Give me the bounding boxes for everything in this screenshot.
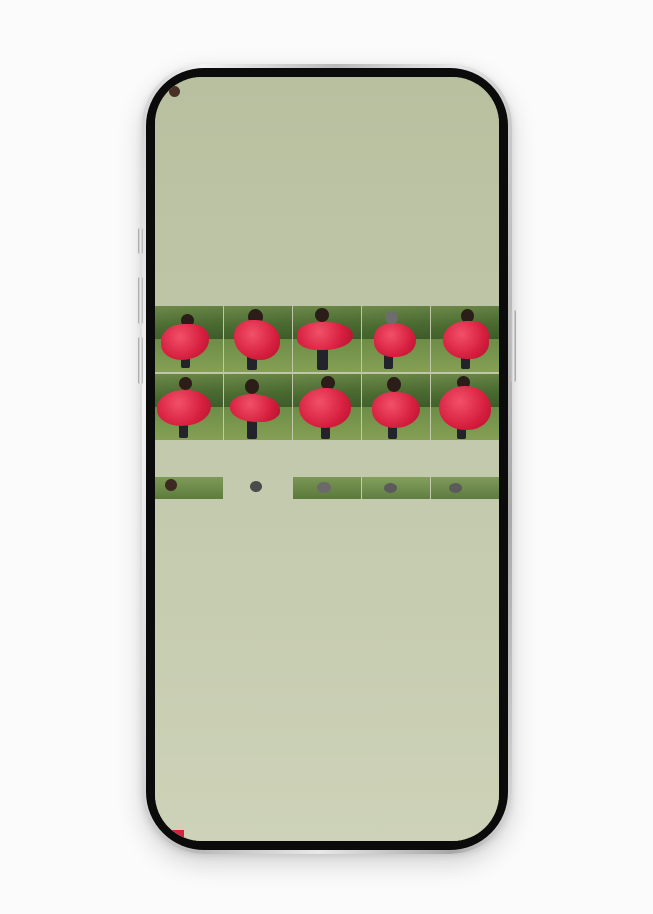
photo-thumbnail[interactable] <box>293 373 361 440</box>
photo-thumbnail[interactable] <box>155 476 223 499</box>
volume-up-button[interactable] <box>138 277 143 324</box>
photo-thumbnail[interactable] <box>224 373 292 440</box>
results-photo-strip <box>155 476 499 499</box>
photo-thumbnail[interactable] <box>431 306 499 372</box>
photo-thumbnail[interactable] <box>293 476 361 499</box>
photo-thumbnail[interactable] <box>431 373 499 440</box>
photo-thumbnail[interactable] <box>362 476 430 499</box>
photo-thumbnail[interactable] <box>224 477 292 499</box>
photo-thumbnail[interactable] <box>362 306 430 372</box>
photo-thumbnail[interactable] <box>155 306 223 372</box>
photo-thumbnail[interactable] <box>431 476 499 499</box>
album-result-card[interactable]: Trip to New Delhi Album <box>155 77 499 841</box>
photo-thumbnail[interactable] <box>362 373 430 440</box>
device-screen: Done Search See All Trip to New Delhi Al… <box>155 77 499 841</box>
volume-down-button[interactable] <box>138 337 143 384</box>
album-thumbnail-grid <box>155 77 499 841</box>
top-results-photo-grid <box>155 306 499 440</box>
iphone-device-frame: Done Search See All Trip to New Delhi Al… <box>142 64 512 854</box>
power-button[interactable] <box>511 310 516 382</box>
album-thumbnail <box>155 77 499 841</box>
photo-thumbnail[interactable] <box>224 306 292 372</box>
photos-search-screen: Done Search See All Trip to New Delhi Al… <box>155 77 499 841</box>
photo-thumbnail[interactable] <box>293 306 361 372</box>
silent-switch-button[interactable] <box>138 228 143 254</box>
screenshot-stage: Done Search See All Trip to New Delhi Al… <box>0 0 653 914</box>
photo-thumbnail[interactable] <box>155 373 223 440</box>
album-thumbnails <box>155 77 499 841</box>
